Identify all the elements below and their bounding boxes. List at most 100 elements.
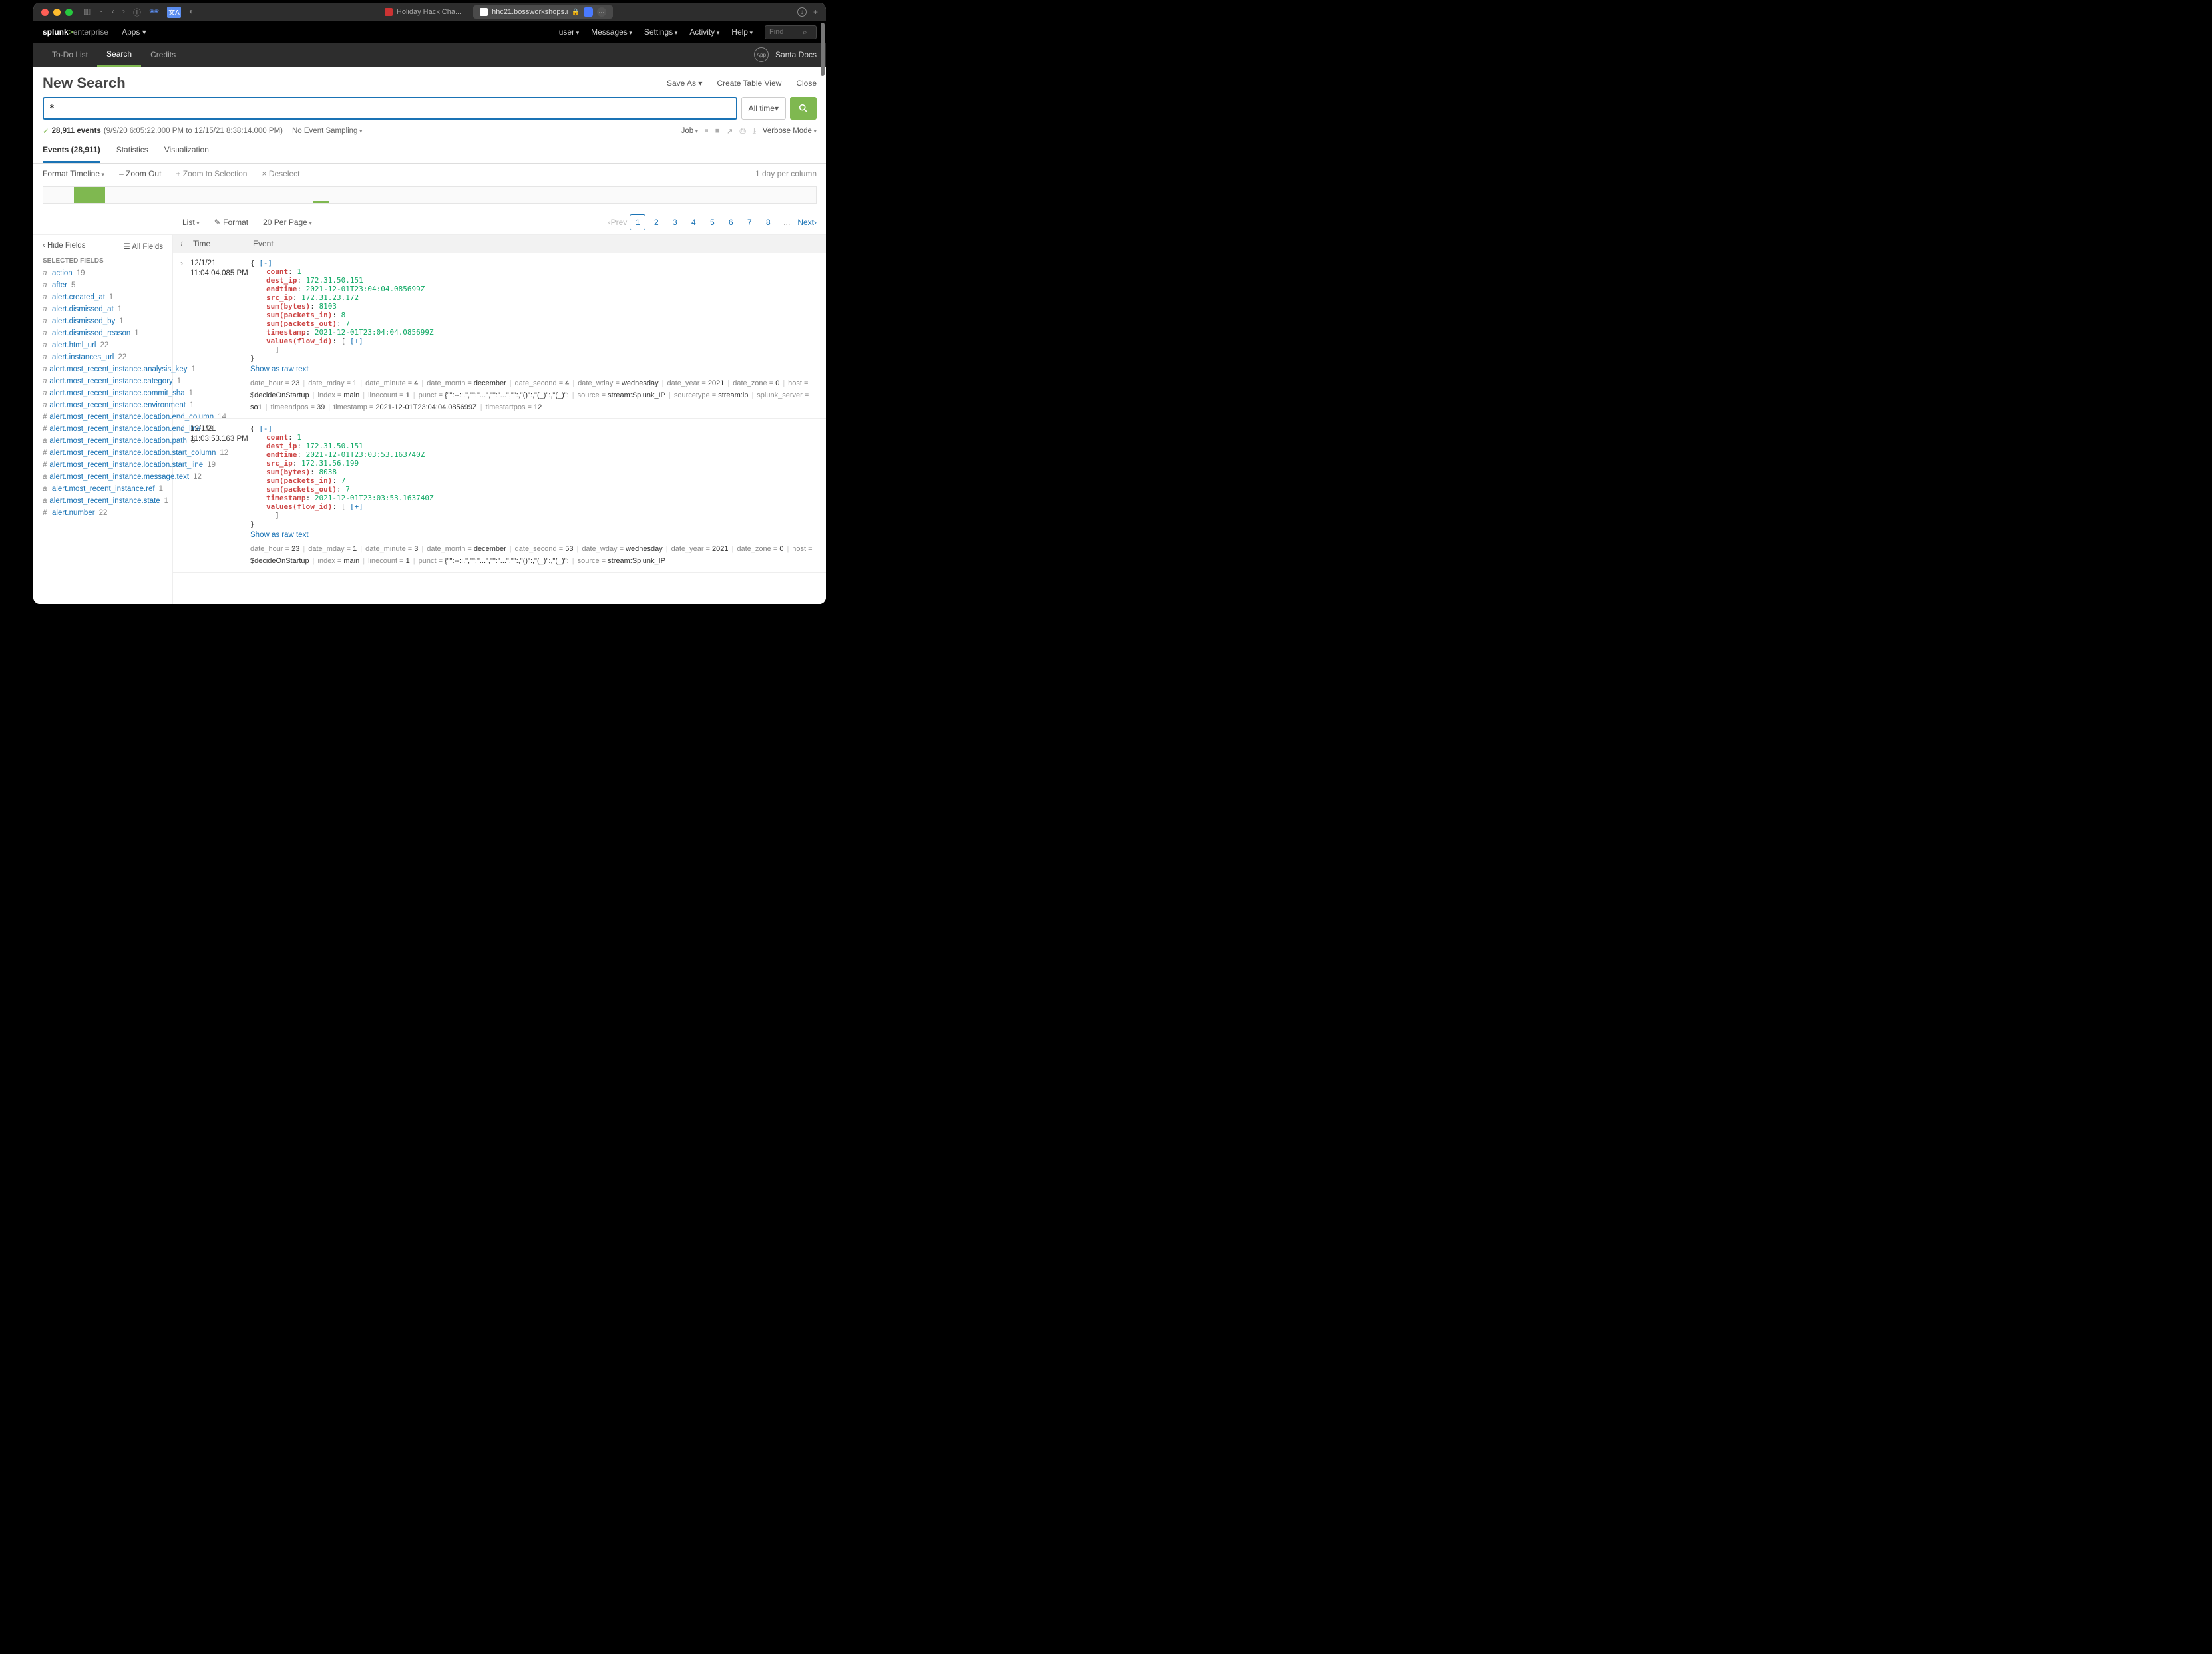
- chevron-down-icon[interactable]: ⌄: [98, 7, 104, 18]
- minimize-window[interactable]: [53, 9, 61, 16]
- field-row[interactable]: aalert.dismissed_by 1: [43, 317, 163, 327]
- sampling-dropdown[interactable]: No Event Sampling: [292, 127, 362, 135]
- field-name[interactable]: alert.most_recent_instance.message.text: [49, 472, 189, 482]
- page-4[interactable]: 4: [685, 214, 701, 230]
- format-timeline-button[interactable]: Format Timeline: [43, 169, 104, 178]
- close-window[interactable]: [41, 9, 49, 16]
- zoom-out-button[interactable]: – Zoom Out: [119, 169, 161, 178]
- all-fields-button[interactable]: ☰ All Fields: [123, 242, 163, 251]
- info-icon[interactable]: ⓘ: [133, 7, 141, 18]
- nav-todo[interactable]: To-Do List: [43, 43, 97, 66]
- field-row[interactable]: aalert.dismissed_at 1: [43, 305, 163, 315]
- field-row[interactable]: aalert.instances_url 22: [43, 353, 163, 363]
- field-name[interactable]: after: [52, 281, 67, 291]
- tab-events[interactable]: Events (28,911): [43, 138, 100, 163]
- field-row[interactable]: aalert.most_recent_instance.message.text…: [43, 472, 163, 482]
- field-name[interactable]: alert.instances_url: [52, 353, 114, 363]
- field-name[interactable]: action: [52, 269, 73, 279]
- share-icon[interactable]: ↗: [727, 126, 733, 136]
- field-name[interactable]: alert.most_recent_instance.commit_sha: [49, 389, 184, 399]
- prev-page[interactable]: ‹ Prev: [608, 214, 628, 230]
- find-box[interactable]: ⌕: [765, 25, 817, 39]
- maximize-window[interactable]: [65, 9, 73, 16]
- close-button[interactable]: Close: [796, 79, 817, 88]
- privacy-icon[interactable]: 🕶: [149, 7, 159, 18]
- tab-statistics[interactable]: Statistics: [116, 138, 148, 163]
- tab-holiday-hack[interactable]: Holiday Hack Cha...: [378, 5, 468, 19]
- search-input[interactable]: [49, 104, 731, 114]
- export-icon[interactable]: ⤓: [753, 127, 756, 136]
- nav-credits[interactable]: Credits: [141, 43, 185, 66]
- mode-dropdown[interactable]: Verbose Mode: [763, 127, 817, 135]
- field-row[interactable]: aalert.most_recent_instance.ref 1: [43, 484, 163, 494]
- col-time[interactable]: Time: [190, 235, 250, 253]
- search-button[interactable]: [790, 97, 817, 120]
- field-name[interactable]: alert.most_recent_instance.environment: [49, 401, 186, 411]
- timeline[interactable]: [33, 184, 826, 210]
- app-icon[interactable]: App: [754, 47, 769, 62]
- field-row[interactable]: aalert.most_recent_instance.category 1: [43, 377, 163, 387]
- field-row[interactable]: aalert.most_recent_instance.state 1: [43, 496, 163, 506]
- time-range-picker[interactable]: All time ▾: [741, 97, 786, 120]
- page-8[interactable]: 8: [760, 214, 776, 230]
- field-row[interactable]: aafter 5: [43, 281, 163, 291]
- field-row[interactable]: aalert.most_recent_instance.environment …: [43, 401, 163, 411]
- search-box[interactable]: [43, 97, 737, 120]
- extension-icon[interactable]: [584, 7, 593, 17]
- tab-visualization[interactable]: Visualization: [164, 138, 209, 163]
- save-as-button[interactable]: Save As ▾: [667, 79, 702, 88]
- field-row[interactable]: #alert.most_recent_instance.location.end…: [43, 413, 163, 422]
- messages-menu[interactable]: Messages: [591, 27, 632, 37]
- forward-icon[interactable]: ›: [122, 7, 125, 18]
- splunk-logo[interactable]: splunk>enterprise: [43, 27, 108, 37]
- field-row[interactable]: aalert.most_recent_instance.location.pat…: [43, 436, 163, 446]
- create-table-view-button[interactable]: Create Table View: [717, 79, 781, 88]
- sidebar-icon[interactable]: ▥: [83, 7, 91, 18]
- per-page-dropdown[interactable]: 20 Per Page: [263, 218, 312, 227]
- field-name[interactable]: alert.created_at: [52, 293, 105, 303]
- field-name[interactable]: alert.dismissed_at: [52, 305, 114, 315]
- expand-toggle[interactable]: [+]: [350, 502, 363, 511]
- apps-menu[interactable]: Apps ▾: [122, 27, 146, 37]
- pause-icon[interactable]: ⏸: [705, 127, 709, 136]
- page-5[interactable]: 5: [704, 214, 720, 230]
- hide-fields-button[interactable]: ‹ Hide Fields: [43, 242, 86, 251]
- scrollbar[interactable]: [821, 23, 825, 600]
- help-menu[interactable]: Help: [731, 27, 753, 37]
- tab-splunk[interactable]: hhc21.bossworkshops.io/en-US/app/SA-hhc/…: [473, 5, 613, 19]
- zoom-selection-button[interactable]: + Zoom to Selection: [176, 169, 247, 178]
- field-row[interactable]: aalert.most_recent_instance.analysis_key…: [43, 365, 163, 375]
- print-icon[interactable]: ⎙: [740, 127, 746, 136]
- more-icon[interactable]: ⋯: [597, 7, 606, 17]
- show-raw-link[interactable]: Show as raw text: [250, 365, 826, 373]
- collapse-toggle[interactable]: [-]: [259, 424, 272, 433]
- shield-icon[interactable]: ◐: [189, 7, 194, 18]
- field-row[interactable]: #alert.most_recent_instance.location.sta…: [43, 460, 163, 470]
- next-page[interactable]: Next ›: [797, 214, 817, 230]
- format-button[interactable]: ✎ Format: [214, 218, 248, 227]
- field-row[interactable]: aaction 19: [43, 269, 163, 279]
- field-row[interactable]: #alert.number 22: [43, 508, 163, 518]
- collapse-toggle[interactable]: [-]: [259, 259, 272, 267]
- expand-toggle[interactable]: [+]: [350, 337, 363, 345]
- page-7[interactable]: 7: [741, 214, 757, 230]
- field-row[interactable]: aalert.created_at 1: [43, 293, 163, 303]
- page-3[interactable]: 3: [667, 214, 683, 230]
- field-row[interactable]: #alert.most_recent_instance.location.end…: [43, 424, 163, 434]
- search-icon[interactable]: ⌕: [803, 27, 807, 37]
- field-name[interactable]: alert.most_recent_instance.location.path: [49, 436, 186, 446]
- field-name[interactable]: alert.most_recent_instance.category: [49, 377, 172, 387]
- translate-icon[interactable]: 文A: [167, 7, 181, 18]
- col-event[interactable]: Event: [250, 235, 826, 253]
- page-2[interactable]: 2: [648, 214, 664, 230]
- expand-icon[interactable]: ›: [173, 259, 190, 413]
- field-name[interactable]: alert.html_url: [52, 341, 96, 351]
- nav-search[interactable]: Search: [97, 43, 141, 67]
- field-name[interactable]: alert.dismissed_by: [52, 317, 115, 327]
- field-name[interactable]: alert.dismissed_reason: [52, 329, 130, 339]
- deselect-button[interactable]: × Deselect: [262, 169, 299, 178]
- stop-icon[interactable]: ■: [715, 127, 720, 135]
- user-menu[interactable]: user: [559, 27, 579, 37]
- field-row[interactable]: aalert.dismissed_reason 1: [43, 329, 163, 339]
- find-input[interactable]: [769, 28, 803, 36]
